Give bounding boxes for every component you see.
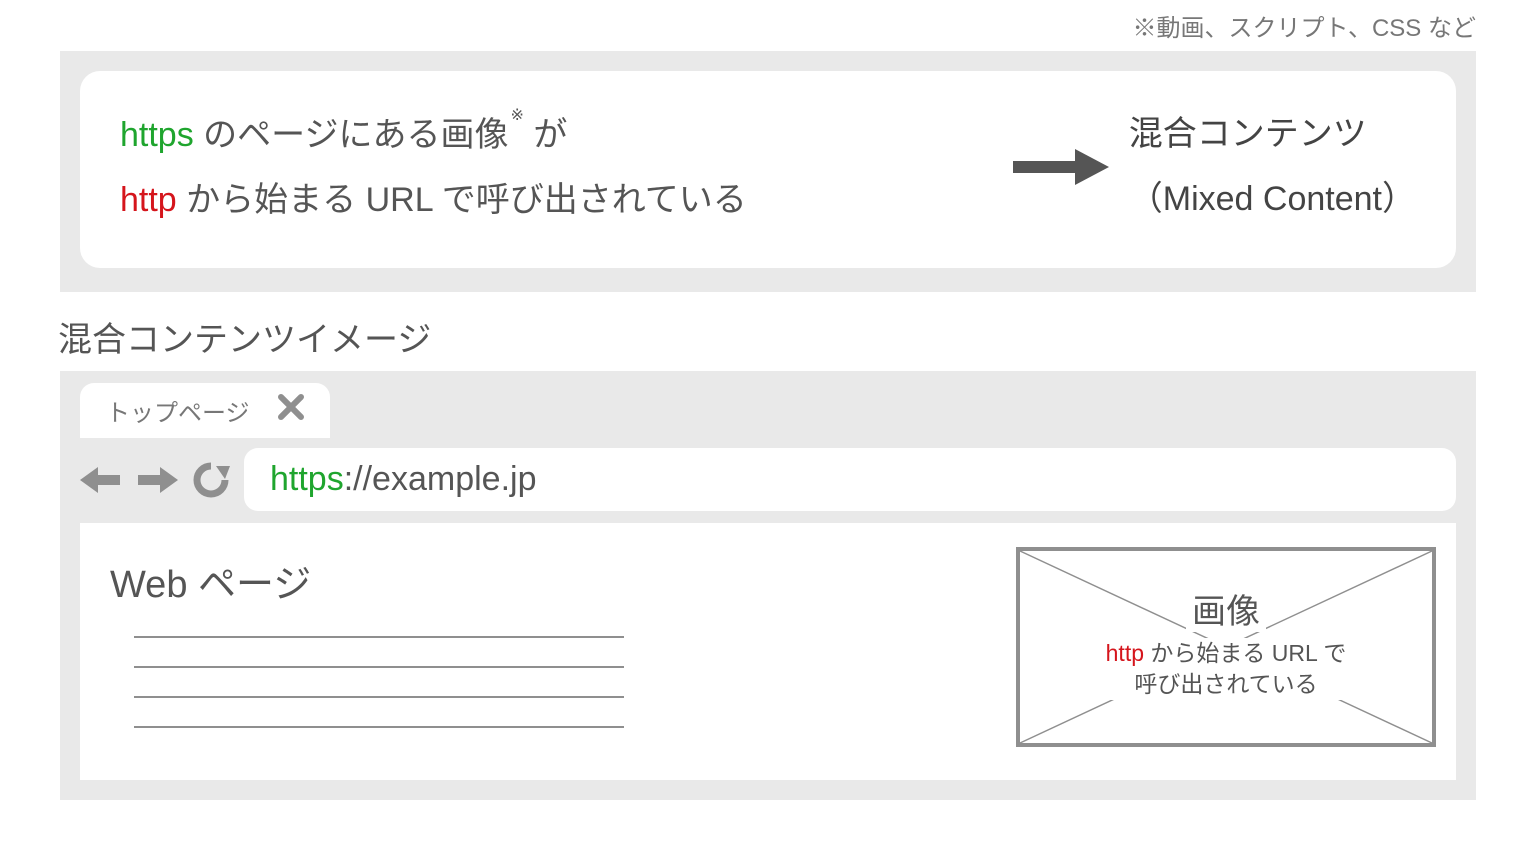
tab-label: トップページ	[106, 393, 250, 428]
address-bar[interactable]: https://example.jp	[244, 448, 1456, 511]
section-title: 混合コンテンツイメージ	[58, 312, 1536, 361]
text-fragment: から始まる URL で	[1144, 640, 1346, 666]
browser-tab[interactable]: トップページ	[80, 383, 330, 438]
page-viewport: Web ページ 画像 http から始まる URL で 呼び出されている	[80, 523, 1456, 780]
text-fragment: 呼び出されている	[1100, 669, 1353, 700]
page-text-block: Web ページ	[110, 547, 976, 756]
explanation-band: https のページにある画像※ が http から始まる URL で呼び出され…	[60, 51, 1476, 292]
close-tab-icon[interactable]	[278, 394, 304, 427]
image-placeholder: 画像 http から始まる URL で 呼び出されている	[1016, 547, 1436, 747]
text-line-placeholder	[134, 696, 624, 698]
mixed-content-label-en: （Mixed Content）	[1129, 167, 1416, 232]
page-heading: Web ページ	[110, 553, 976, 608]
image-sublabel: http から始まる URL で 呼び出されている	[1100, 638, 1353, 700]
url-scheme: https	[270, 460, 344, 498]
explanation-right: 混合コンテンツ （Mixed Content）	[1119, 102, 1416, 231]
mixed-content-label-ja: 混合コンテンツ	[1129, 102, 1416, 167]
explanation-card: https のページにある画像※ が http から始まる URL で呼び出され…	[80, 71, 1456, 268]
explanation-left: https のページにある画像※ が http から始まる URL で呼び出され…	[120, 101, 999, 232]
url-rest: ://example.jp	[344, 460, 537, 498]
text-fragment: が	[524, 116, 567, 154]
https-label: https	[120, 116, 194, 154]
image-block: 画像 http から始まる URL で 呼び出されている	[1016, 547, 1436, 756]
diagram-root: ※動画、スクリプト、CSS など https のページにある画像※ が http…	[0, 0, 1536, 800]
browser-mock: トップページ	[60, 371, 1476, 800]
text-line-placeholder	[134, 726, 624, 728]
back-icon[interactable]	[80, 465, 122, 495]
nav-bar: https://example.jp	[80, 448, 1456, 511]
text-fragment: のページにある画像	[194, 116, 509, 154]
image-label: 画像	[1186, 594, 1266, 631]
http-label: http	[1106, 640, 1144, 666]
reload-icon[interactable]	[192, 461, 230, 499]
text-line-placeholder	[134, 666, 624, 668]
text-line-placeholder	[134, 636, 624, 638]
tab-bar: トップページ	[80, 383, 1456, 438]
arrow-right-icon	[999, 147, 1119, 187]
asterisk-mark: ※	[508, 107, 523, 124]
footnote-text: ※動画、スクリプト、CSS など	[0, 0, 1536, 43]
http-label: http	[120, 181, 177, 219]
text-fragment: から始まる URL で呼び出されている	[177, 181, 747, 219]
forward-icon[interactable]	[136, 465, 178, 495]
